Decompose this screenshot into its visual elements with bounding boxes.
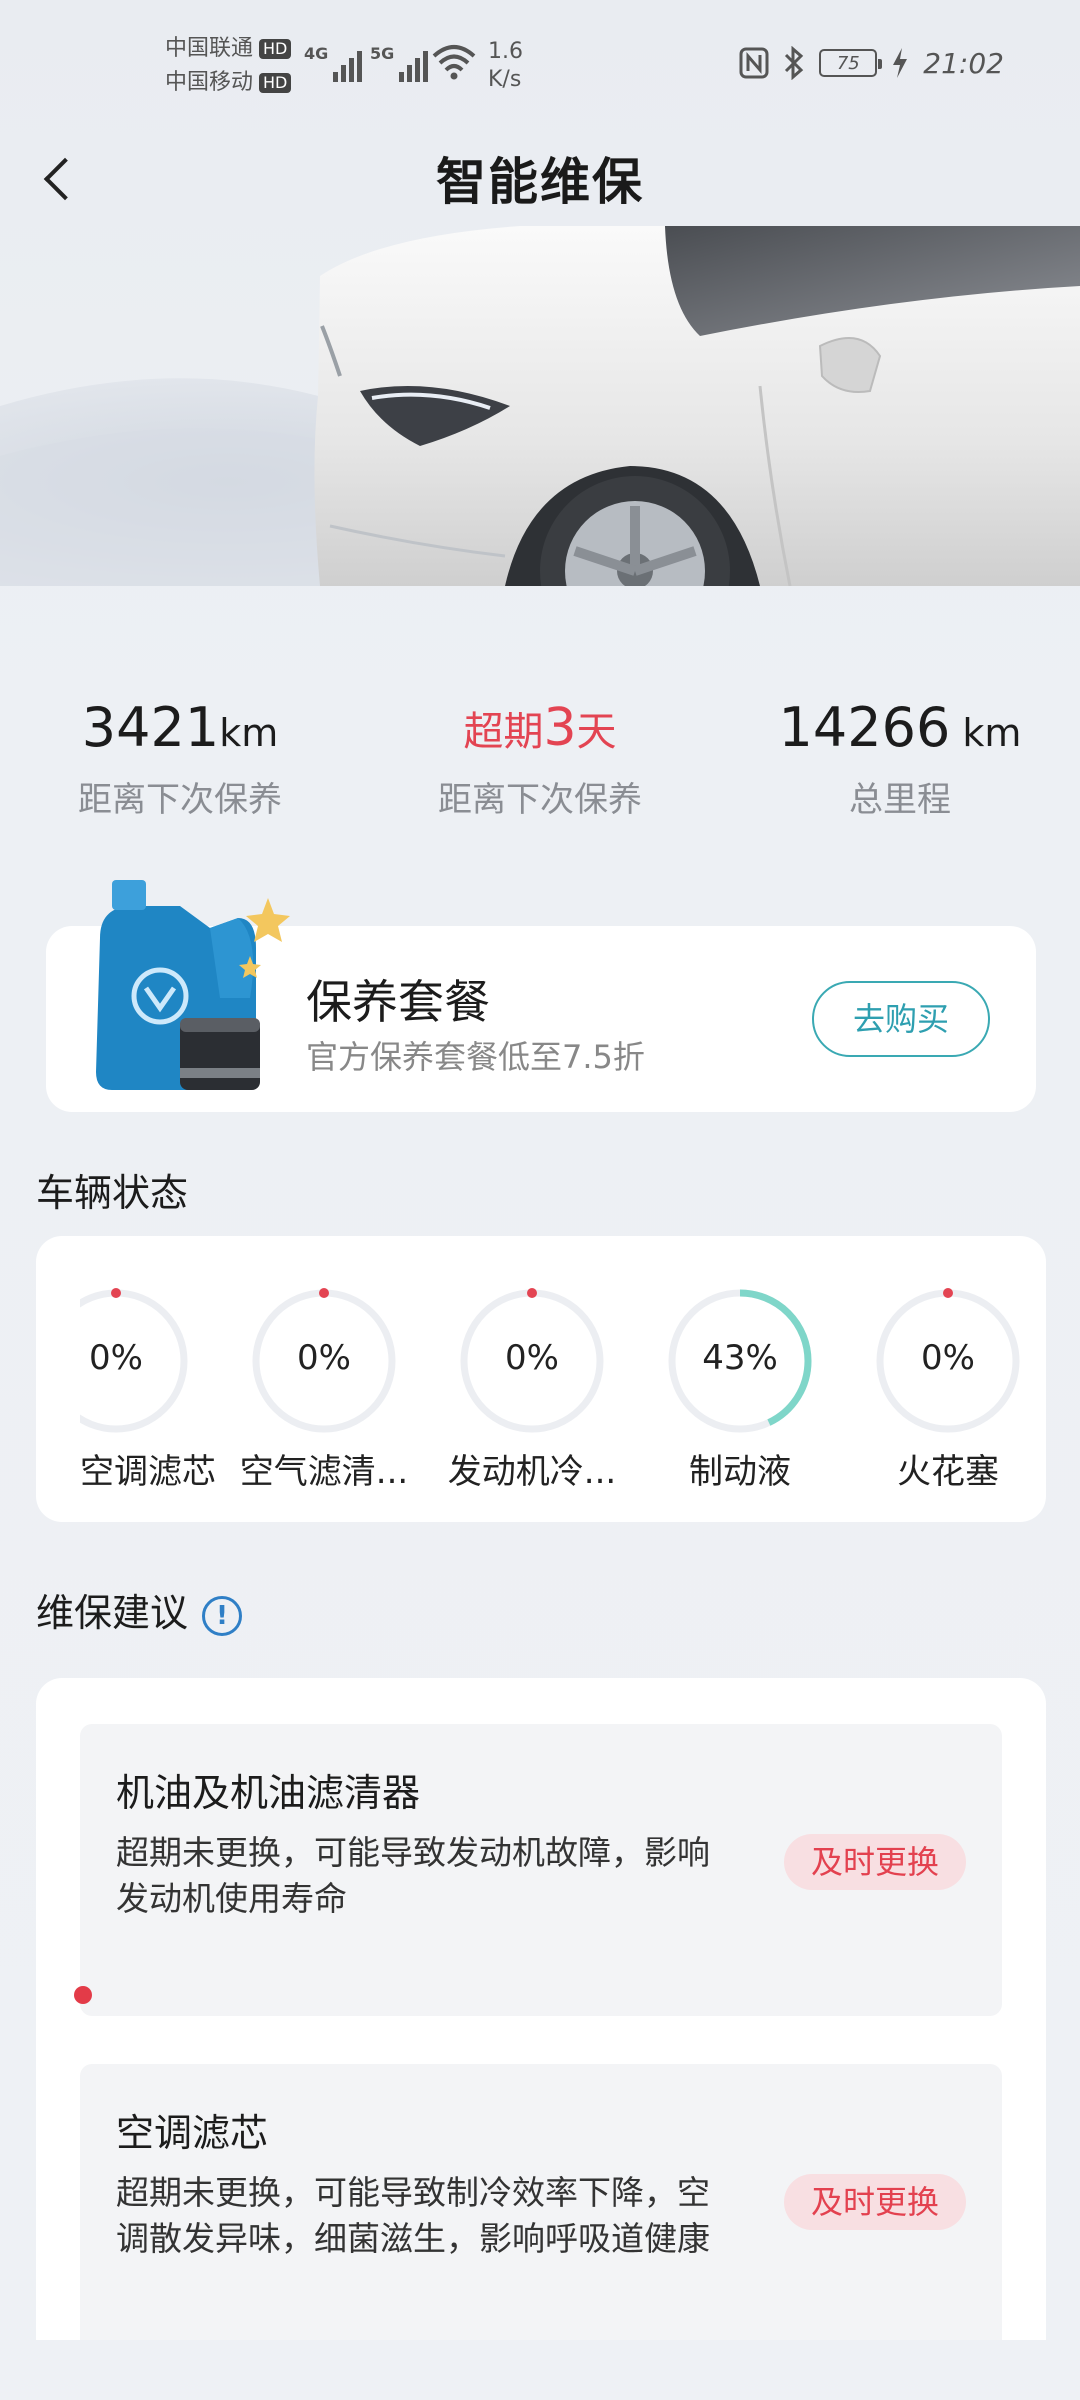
gauge-zero-dot	[527, 1288, 537, 1298]
status-bar: 中国联通 HD 中国移动 HD 4G 5G 1.6 K/s 75 21:02	[0, 0, 1080, 130]
advice-title: 维保建议	[36, 1591, 189, 1635]
hd-badge: HD	[259, 73, 292, 93]
advice-section-header: 维保建议!	[36, 1582, 243, 1637]
bluetooth-icon	[785, 46, 804, 80]
info-icon[interactable]: !	[202, 1595, 243, 1636]
status-gauge[interactable]: 43% 制动液	[640, 1286, 840, 1486]
nfc-icon	[739, 47, 769, 79]
status-gauge[interactable]: 0% 发动机冷...	[432, 1286, 632, 1486]
signal-5g-icon: 5G	[370, 44, 429, 82]
advice-item-title: 机油及机油滤清器	[116, 1771, 421, 1815]
status-gauge[interactable]: 0% 火花塞	[848, 1286, 1046, 1486]
vehicle-status-card: 0% 空调滤芯 0% 空气滤清... 0% 发动机冷... 43% 制动液 0% 火花塞	[36, 1236, 1046, 1522]
advice-item-title: 空调滤芯	[116, 2111, 269, 2155]
page-title: 智能维保	[436, 153, 644, 211]
network-speed: 1.6 K/s	[488, 39, 523, 92]
clock: 21:02	[923, 46, 1004, 80]
gauge-percent: 43%	[702, 1338, 778, 1378]
charging-icon	[893, 48, 908, 78]
gauge-label: 火花塞	[897, 1452, 999, 1486]
gauge-percent: 0%	[505, 1338, 559, 1378]
gauge-label: 空调滤芯	[80, 1452, 216, 1486]
wifi-icon	[432, 45, 476, 80]
gauge-zero-dot	[111, 1288, 121, 1298]
status-gauge[interactable]: 0% 空调滤芯	[80, 1286, 216, 1486]
stat-overdue-days: 超期3天 距离下次保养	[438, 698, 642, 820]
carrier-info: 中国联通 HD 中国移动 HD	[165, 32, 292, 100]
stat-total-mileage: 14266 km 总里程	[778, 696, 1022, 820]
replace-now-badge[interactable]: 及时更换	[784, 2174, 966, 2230]
gauge-percent: 0%	[89, 1338, 143, 1378]
gauge-label: 空气滤清...	[239, 1452, 409, 1486]
replace-now-badge[interactable]: 及时更换	[784, 1834, 966, 1890]
gauge-strip[interactable]: 0% 空调滤芯 0% 空气滤清... 0% 发动机冷... 43% 制动液 0% 火花塞	[80, 1286, 1046, 1486]
status-gauge[interactable]: 0% 空气滤清...	[224, 1286, 424, 1486]
package-subtitle: 官方保养套餐低至7.5折	[306, 1038, 645, 1076]
car-hero-image	[0, 226, 1080, 586]
buy-button[interactable]: 去购买	[812, 981, 990, 1057]
gauge-percent: 0%	[297, 1338, 351, 1378]
package-title: 保养套餐	[306, 975, 490, 1029]
oil-bottle-icon	[96, 880, 290, 1090]
gauge-zero-dot	[319, 1288, 329, 1298]
gauge-label: 发动机冷...	[447, 1452, 617, 1486]
hd-badge: HD	[259, 39, 292, 59]
carrier-2: 中国移动	[165, 70, 254, 95]
gauge-label: 制动液	[689, 1452, 791, 1486]
battery-icon: 75	[819, 49, 883, 77]
signal-4g-icon: 4G	[304, 44, 363, 82]
advice-item-desc: 超期未更换，可能导致发动机故障，影响发动机使用寿命	[116, 1833, 710, 1918]
advice-item[interactable]: 机油及机油滤清器 超期未更换，可能导致发动机故障，影响发动机使用寿命 及时更换	[74, 1724, 1002, 2016]
advice-item-desc: 超期未更换，可能导致制冷效率下降，空调散发异味，细菌滋生，影响呼吸道健康	[116, 2173, 710, 2258]
carrier-1: 中国联通	[165, 36, 254, 61]
advice-card: 机油及机油滤清器 超期未更换，可能导致发动机故障，影响发动机使用寿命 及时更换 …	[36, 1678, 1046, 2340]
page-header: 智能维保	[0, 130, 1080, 230]
maintenance-package-card[interactable]: 保养套餐 官方保养套餐低至7.5折 去购买	[46, 880, 1036, 1112]
status-dot	[74, 1986, 92, 2004]
gauge-percent: 0%	[921, 1338, 975, 1378]
mileage-stats: 3421km 距离下次保养 超期3天 距离下次保养 14266 km 总里程	[0, 690, 1080, 830]
vehicle-status-title: 车辆状态	[36, 1171, 189, 1215]
advice-item[interactable]: 空调滤芯 超期未更换，可能导致制冷效率下降，空调散发异味，细菌滋生，影响呼吸道健…	[80, 2064, 1002, 2340]
stat-next-service-km: 3421km 距离下次保养	[78, 696, 282, 820]
gauge-zero-dot	[943, 1288, 953, 1298]
